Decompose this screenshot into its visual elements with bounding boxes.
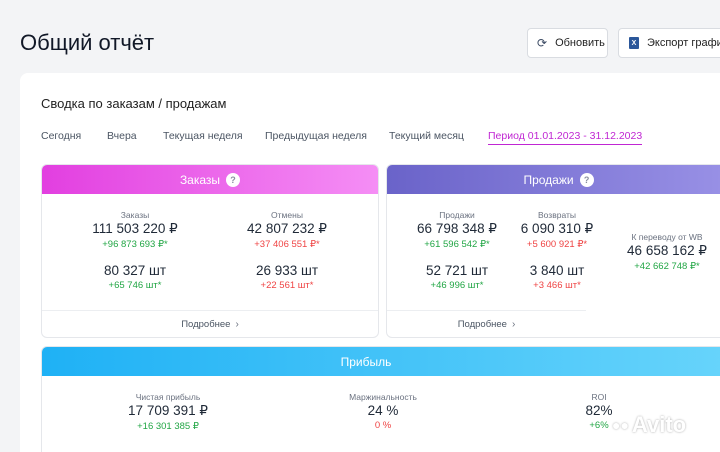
refresh-icon: ⟳ [537,36,548,50]
export-chart-button[interactable]: X Экспорт графика [618,28,720,58]
returns-amount-label: Возвраты [538,210,576,220]
net-profit-label: Чистая прибыль [135,392,201,402]
net-profit-value: 17 709 391 ₽ [128,403,208,418]
summary-title: Сводка по заказам / продажам [41,96,227,111]
sales-card-header: Продажи ? [387,165,720,194]
orders-card: Заказы ? Заказы 111 503 220 ₽ +96 873 69… [41,164,379,338]
help-icon[interactable]: ? [226,172,241,187]
tab-current-month[interactable]: Текущий месяц [389,130,464,142]
returns-qty-delta: +3 466 шт* [533,280,581,291]
cancels-amount-metric: Отмены 42 807 232 ₽ +37 406 551 ₽* [214,210,360,250]
margin-metric: Маржинальность 24 % 0 % [323,392,443,431]
returns-amount-metric: Возвраты 6 090 310 ₽ +5 600 921 ₽* [500,210,614,250]
returns-qty-value: 3 840 шт [529,263,585,278]
sales-more-link[interactable]: Подробнее › [387,310,586,337]
returns-amount-delta: +5 600 921 ₽* [526,239,588,250]
export-label: Экспорт графика [647,37,720,49]
sales-card: Продажи ? Продажи 66 798 348 ₽ +61 596 5… [386,164,720,338]
profit-card-header: Прибыль [42,347,720,376]
cancels-qty-metric: 26 933 шт +22 561 шт* [214,262,360,291]
margin-delta: 0 % [374,420,392,431]
cancels-amount-label: Отмены [271,210,303,220]
roi-label: ROI [591,392,607,402]
wb-transfer-delta: +42 662 748 ₽* [634,261,700,272]
chevron-right-icon: › [511,318,516,330]
orders-qty-value: 80 327 шт [103,263,167,278]
wb-transfer-value: 46 658 162 ₽ [627,243,707,258]
sales-card-title: Продажи [523,172,574,187]
refresh-label: Обновить [555,37,605,49]
orders-amount-metric: Заказы 111 503 220 ₽ +96 873 693 ₽* [62,210,208,250]
avito-logo-icon: ●● [612,417,629,433]
excel-icon: X [629,37,639,49]
wb-transfer-label: К переводу от WB [631,232,703,242]
cancels-amount-value: 42 807 232 ₽ [247,221,327,236]
orders-qty-delta: +65 746 шт* [108,280,162,291]
help-icon[interactable]: ? [579,172,594,187]
orders-qty-metric: 80 327 шт +65 746 шт* [62,262,208,291]
orders-amount-label: Заказы [120,210,150,220]
tab-yesterday[interactable]: Вчера [107,130,137,142]
orders-more-label: Подробнее [181,318,231,330]
cancels-amount-delta: +37 406 551 ₽* [254,239,320,250]
orders-card-header: Заказы ? [42,165,378,194]
avito-watermark: ●● Avito [612,412,686,438]
tab-current-week[interactable]: Текущая неделя [163,130,243,142]
orders-amount-delta: +96 873 693 ₽* [102,239,168,250]
watermark-text: Avito [631,412,687,437]
cancels-qty-value: 26 933 шт [255,263,319,278]
margin-value: 24 % [367,403,399,418]
orders-more-link[interactable]: Подробнее › [42,310,378,337]
returns-amount-value: 6 090 310 ₽ [520,221,594,236]
tab-today[interactable]: Сегодня [41,130,81,142]
cancels-qty-delta: +22 561 шт* [260,280,314,291]
orders-card-title: Заказы [179,172,221,187]
chevron-right-icon: › [235,318,239,330]
wb-transfer-metric: К переводу от WB 46 658 162 ₽ +42 662 74… [609,232,720,272]
profit-card-title: Прибыль [340,354,392,369]
refresh-button[interactable]: ⟳ Обновить [527,28,608,58]
margin-label: Маржинальность [349,392,417,402]
tab-previous-week[interactable]: Предыдущая неделя [265,130,367,142]
tab-period[interactable]: Период 01.01.2023 - 31.12.2023 [488,130,643,145]
net-profit-delta: +16 301 385 ₽ [137,421,199,432]
orders-amount-value: 111 503 220 ₽ [92,221,178,236]
net-profit-metric: Чистая прибыль 17 709 391 ₽ +16 301 385 … [90,392,246,432]
returns-qty-metric: 3 840 шт +3 466 шт* [500,262,614,291]
sales-more-label: Подробнее [457,318,507,330]
page-title: Общий отчёт [20,30,155,55]
